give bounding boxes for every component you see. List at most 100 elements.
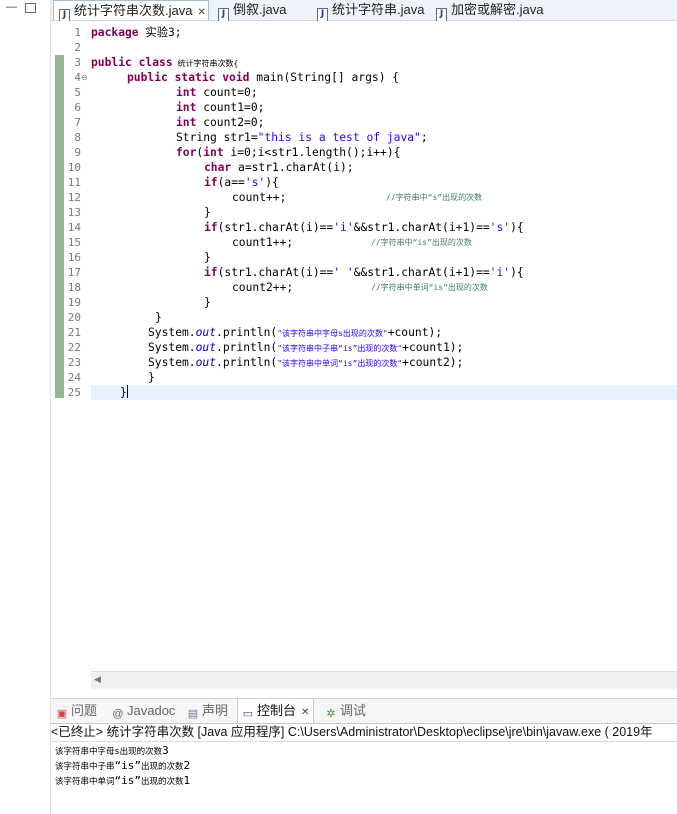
line-number: 4 (74, 71, 81, 84)
code-line: } (120, 385, 128, 400)
console-status-line: <已终止> 统计字符串次数 [Java 应用程序] C:\Users\Admin… (51, 723, 677, 742)
output-count: 1 (183, 774, 191, 787)
keyword: char (204, 161, 232, 174)
code-editor[interactable]: 1 2 3 4 ⊖ 5 6 7 8 9 10 11 12 13 14 15 16… (51, 21, 677, 671)
keyword: public (127, 71, 168, 84)
keyword: package (91, 26, 139, 39)
code-comment: //字符串中“s”出现的次数 (386, 193, 483, 202)
tab-label: Javadoc (127, 703, 176, 718)
string-literal: 's' (489, 221, 511, 234)
console-icon: ▭ (242, 708, 254, 720)
bottom-view-tab-bar: ▣ 问题 @ Javadoc ▤ 声明 ▭ 控制台 ✕ ✲ 调试 (51, 698, 677, 724)
code-line: } (204, 251, 211, 264)
code-line: char a=str1.charAt(i); (204, 160, 354, 175)
minimize-icon[interactable]: — (6, 2, 17, 13)
code-comment: //字符串中单词“is”出现的次数 (371, 283, 488, 292)
code-text-span: count1=0; (196, 101, 265, 114)
string-literal: ' ' (333, 266, 354, 279)
tab-daoxu[interactable]: J 倒叙.java (218, 0, 287, 22)
horizontal-scrollbar[interactable]: ◀ (91, 671, 677, 689)
tab-tongji-zifuchuan[interactable]: J 统计字符串.java (317, 0, 425, 22)
keyword: static (174, 71, 216, 84)
output-line: 该字符串中字母s出现的次数3 (55, 743, 169, 758)
static-field: out (195, 341, 217, 354)
code-line: System.out.println("该字符串中单词“is”出现的次数"+co… (148, 355, 463, 370)
line-number: 16 (67, 251, 81, 264)
tab-declaration[interactable]: ▤ 声明 (187, 699, 228, 723)
code-text-span: .println( (216, 326, 278, 339)
line-number: 19 (67, 296, 81, 309)
text-cursor (126, 385, 128, 398)
code-line: package 实验3; (91, 25, 182, 40)
code-text-span: ){ (265, 176, 279, 189)
code-line: if(a=='s'){ (204, 175, 279, 190)
close-icon[interactable]: ✕ (301, 707, 309, 718)
line-number: 20 (67, 311, 81, 324)
code-text-span: ){ (510, 221, 524, 234)
line-number: 13 (67, 206, 81, 219)
code-line: } (204, 296, 211, 309)
code-line: } (155, 311, 162, 324)
code-line: count++; (232, 190, 286, 205)
code-text-span: count=0; (196, 86, 258, 99)
at-icon: @ (112, 708, 124, 720)
code-text[interactable]: package 实验3; public class 统计字符串次数{ publi… (91, 21, 677, 671)
line-number: 24 (67, 371, 81, 384)
output-text: 出现的次数 (141, 762, 184, 772)
close-icon[interactable]: ✕ (197, 7, 205, 18)
restore-icon[interactable] (25, 3, 36, 13)
problems-icon: ▣ (56, 708, 68, 720)
line-number: 7 (74, 116, 81, 129)
code-line: int count2=0; (176, 115, 264, 130)
keyword: for (176, 146, 197, 159)
code-line: count1++; (232, 235, 293, 250)
code-text-span: ; (420, 131, 428, 144)
editor-tab-bar: J 统计字符串次数.java ✕ J 倒叙.java J 统计字符串.java J 加密或… (51, 0, 677, 23)
string-literal: 'i' (489, 266, 511, 279)
code-text-span: a=str1.charAt(i); (231, 161, 354, 174)
tab-label: 声明 (202, 703, 229, 718)
code-text-span: System. (148, 326, 196, 339)
code-line: int count1=0; (176, 100, 264, 115)
code-text-span: } (120, 386, 127, 399)
code-text-span: &&str1.charAt(i+1)== (353, 221, 490, 234)
line-number: 10 (67, 161, 81, 174)
line-number: 8 (74, 131, 81, 144)
tab-javadoc[interactable]: @ Javadoc (112, 699, 175, 723)
scroll-left-icon[interactable]: ◀ (94, 674, 101, 685)
tab-problems[interactable]: ▣ 问题 (56, 699, 97, 723)
line-number: 22 (67, 341, 81, 354)
change-marker (55, 55, 64, 398)
tab-label: 统计字符串.java (332, 2, 425, 17)
output-text: 该字符串中子串 (55, 762, 115, 772)
line-number: 6 (74, 101, 81, 114)
line-number: 12 (67, 191, 81, 204)
code-comment: //字符串中“is”出现的次数 (371, 238, 472, 247)
code-text-span: count2++; (232, 281, 294, 294)
tab-tongji-zifuchuan-cishu[interactable]: J 统计字符串次数.java ✕ (53, 0, 209, 23)
code-line: System.out.println("该字符串中字母s出现的次数"+count… (148, 325, 442, 340)
code-text-span: System. (148, 341, 196, 354)
code-text-span: main(String[] args) { (249, 71, 400, 84)
code-text-span: count++; (232, 191, 287, 204)
tab-label: 倒叙.java (233, 2, 287, 17)
output-line: 该字符串中子串“is”出现的次数2 (55, 758, 190, 773)
code-text-span: (a== (217, 176, 245, 189)
keyword: int (176, 116, 197, 129)
code-line: public class 统计字符串次数{ (91, 55, 238, 70)
fold-collapse-icon[interactable]: ⊖ (81, 73, 88, 82)
keyword: if (204, 176, 218, 189)
keyword: void (222, 71, 250, 84)
output-text: “is” (114, 774, 142, 787)
string-literal: "该字符串中单词“is”出现的次数" (277, 359, 403, 368)
line-number: 3 (74, 56, 81, 69)
tab-debug[interactable]: ✲ 调试 (325, 699, 366, 723)
tab-label: 统计字符串次数.java (74, 3, 193, 18)
code-line: for(int i=0;i<str1.length();i++){ (176, 145, 400, 160)
keyword: int (203, 146, 224, 159)
console-output[interactable]: 该字符串中字母s出现的次数3 该字符串中子串“is”出现的次数2 该字符串中单词… (51, 742, 677, 814)
tab-label: 调试 (340, 703, 367, 718)
keyword: public (91, 56, 132, 69)
tab-jiami-jiemi[interactable]: J 加密或解密.java (436, 0, 543, 22)
tab-console[interactable]: ▭ 控制台 ✕ (237, 699, 315, 723)
